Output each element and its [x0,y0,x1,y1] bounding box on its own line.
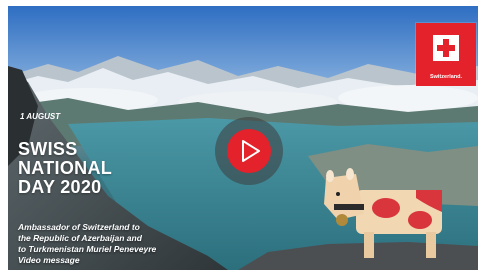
subtitle-line: Ambassador of Switzerland to [18,222,140,232]
subtitle-line: the Republic of Azerbaijan and [18,233,142,243]
video-subtitle: Ambassador of Switzerland to the Republi… [18,222,238,266]
subtitle-line: to Turkmenistan Muriel Peneveyre [18,244,157,254]
video-headline: SWISS NATIONAL DAY 2020 [18,140,158,197]
logo-text: Switzerland. [429,74,463,80]
subtitle-line: Video message [18,255,80,265]
date-label: 1 AUGUST [20,112,61,121]
video-player[interactable]: 1 AUGUST SWISS NATIONAL DAY 2020 Ambassa… [8,6,478,270]
headline-line: NATIONAL [18,158,113,178]
headline-line: DAY 2020 [18,177,102,197]
switzerland-logo: Switzerland. [416,23,476,86]
headline-line: SWISS [18,139,78,159]
play-icon [227,129,271,173]
play-button[interactable] [215,117,283,185]
swiss-cross-icon [433,35,459,61]
